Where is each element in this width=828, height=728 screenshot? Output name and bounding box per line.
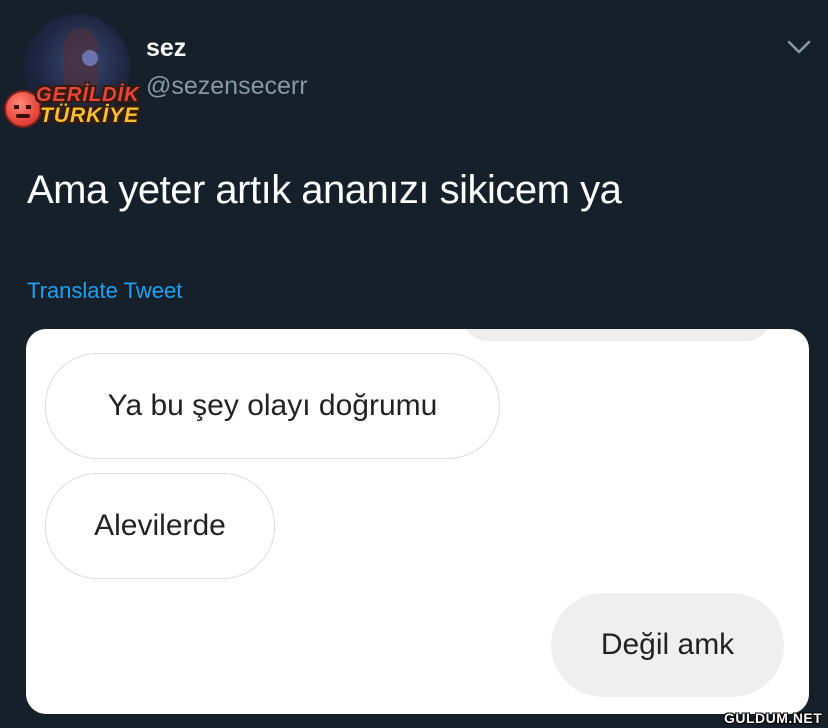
sent-message-bubble: Değil amk (551, 593, 784, 697)
chevron-down-icon[interactable] (786, 38, 812, 56)
received-message-bubble: Alevilerde (45, 473, 275, 579)
chat-screenshot-card: Ya bu şey olayı doğrumu Alevilerde Değil… (26, 329, 809, 714)
user-handle[interactable]: @sezensecerr (146, 72, 308, 101)
emoji-eye (26, 105, 31, 109)
received-message-bubble: Ya bu şey olayı doğrumu (45, 353, 500, 459)
emoji-mouth (16, 114, 30, 118)
display-name[interactable]: sez (146, 34, 186, 63)
previous-message-bubble (462, 329, 772, 341)
translate-tweet-link[interactable]: Translate Tweet (27, 278, 182, 304)
avatar-phone-light (82, 50, 98, 66)
tweet-text: Ama yeter artık ananızı sikicem ya (27, 168, 622, 212)
logo-text-bottom: TÜRKİYE (40, 104, 140, 127)
watermark: GULDUM.NET (724, 710, 823, 726)
emoji-eye (14, 105, 19, 109)
